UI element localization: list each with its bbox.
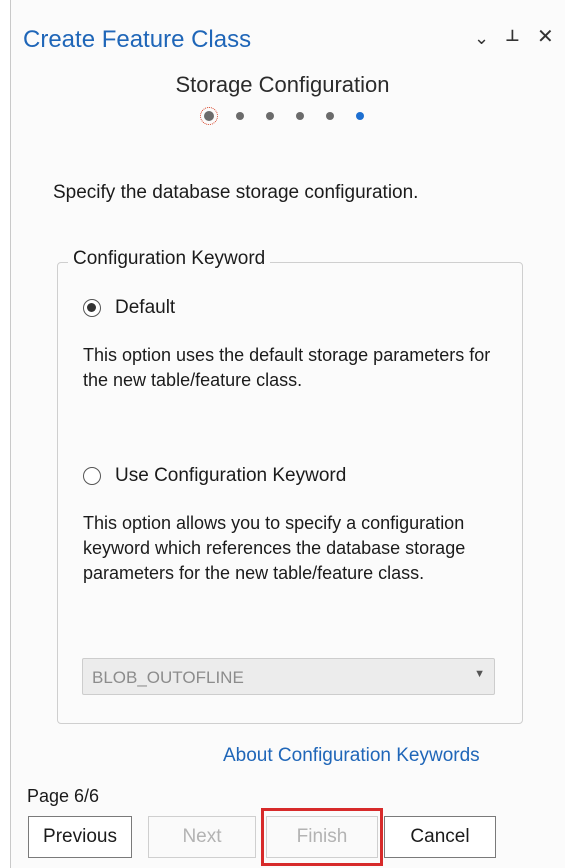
use-keyword-label[interactable]: Use Configuration Keyword	[115, 465, 346, 487]
step-dot-3[interactable]	[266, 112, 274, 120]
finish-highlight	[261, 808, 383, 866]
step-dot-4[interactable]	[296, 112, 304, 120]
step-dot-2[interactable]	[236, 112, 244, 120]
step-title: Storage Configuration	[175, 72, 390, 97]
step-dot-5[interactable]	[326, 112, 334, 120]
left-edge	[0, 0, 10, 868]
use-keyword-option[interactable]: Use Configuration Keyword	[83, 465, 346, 487]
step-dot-1[interactable]	[200, 107, 218, 125]
about-keywords-link[interactable]: About Configuration Keywords	[223, 745, 480, 767]
keyword-select[interactable]: BLOB_OUTOFLINE ▼	[82, 658, 495, 695]
close-icon[interactable]: ✕	[537, 24, 554, 49]
step-dot-6[interactable]	[356, 112, 364, 120]
group-legend: Configuration Keyword	[68, 248, 271, 270]
default-label[interactable]: Default	[115, 297, 175, 319]
use-keyword-radio[interactable]	[83, 467, 101, 485]
instruction-text: Specify the database storage configurati…	[53, 182, 419, 203]
page-indicator: Page 6/6	[27, 786, 100, 806]
default-description: This option uses the default storage par…	[83, 345, 491, 390]
pane-title: Create Feature Class	[23, 26, 252, 53]
config-keyword-group	[57, 262, 523, 724]
next-button[interactable]: Next	[148, 816, 256, 858]
pin-icon[interactable]: ⊥	[505, 26, 520, 46]
dropdown-icon[interactable]: ⌄	[474, 28, 489, 49]
chevron-down-icon: ▼	[474, 668, 485, 680]
cancel-button[interactable]: Cancel	[384, 816, 496, 858]
use-keyword-description: This option allows you to specify a conf…	[83, 513, 466, 583]
default-option[interactable]: Default	[83, 297, 175, 319]
previous-button[interactable]: Previous	[28, 816, 132, 858]
step-indicator	[198, 104, 375, 128]
default-radio[interactable]	[83, 299, 101, 317]
keyword-select-value: BLOB_OUTOFLINE	[92, 668, 244, 687]
